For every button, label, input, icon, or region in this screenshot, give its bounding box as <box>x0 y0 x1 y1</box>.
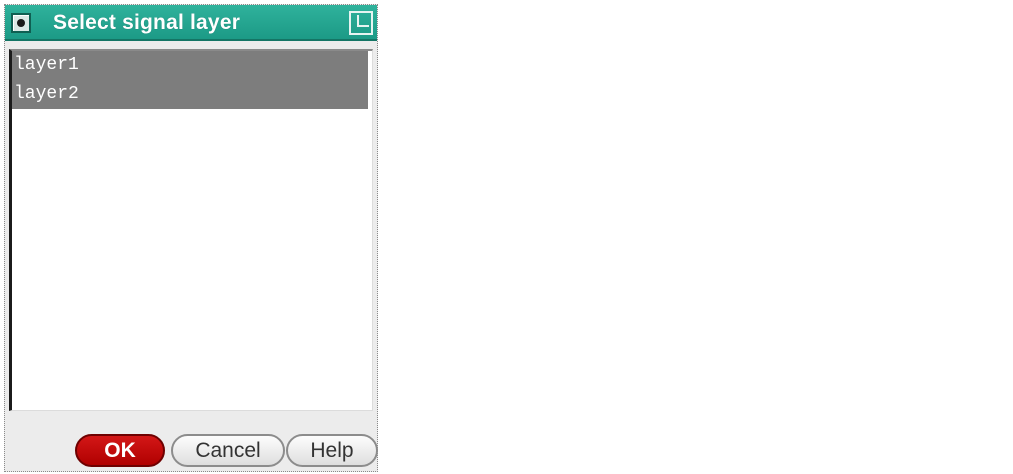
window-menu-dot <box>17 19 25 27</box>
title-bar[interactable]: Select signal layer <box>5 5 377 41</box>
cancel-button[interactable]: Cancel <box>171 434 285 467</box>
button-row: OK Cancel Help <box>5 419 378 471</box>
list-item-layer1[interactable]: layer1 <box>12 51 368 80</box>
help-button[interactable]: Help <box>286 434 378 467</box>
maximize-icon[interactable] <box>349 11 373 35</box>
ok-button[interactable]: OK <box>75 434 165 467</box>
select-signal-layer-dialog: Select signal layer layer1 layer2 OK Can… <box>4 4 378 472</box>
window-menu-icon[interactable] <box>11 13 31 33</box>
list-item-layer2[interactable]: layer2 <box>12 80 368 109</box>
layer-listbox[interactable]: layer1 layer2 <box>9 49 373 411</box>
dialog-title: Select signal layer <box>53 11 241 34</box>
